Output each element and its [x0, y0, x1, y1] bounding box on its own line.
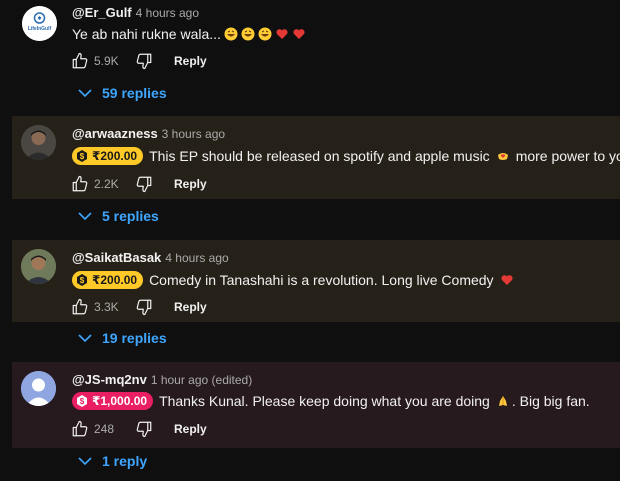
comment-text: $ ₹1,000.00 Thanks Kunal. Please keep do…: [72, 392, 590, 410]
avatar[interactable]: [21, 125, 56, 160]
heart-icon: [293, 29, 305, 39]
comment-header: @Er_Gulf 4 hours ago: [72, 5, 199, 20]
comment-actions: 2.2K Reply: [70, 174, 207, 194]
thumb-up-icon[interactable]: [70, 51, 90, 71]
svg-text:$: $: [80, 152, 85, 161]
comment-header: @JS-mq2nv 1 hour ago (edited): [72, 372, 252, 387]
thumb-down-icon[interactable]: [134, 297, 154, 317]
thumb-down-icon[interactable]: [134, 51, 154, 71]
chevron-down-icon: [78, 212, 92, 221]
super-thanks-comment: @JS-mq2nv 1 hour ago (edited) $ ₹1,000.00…: [12, 362, 620, 448]
view-replies-button[interactable]: 19 replies: [78, 330, 167, 346]
lifeingulf-logo: LifeInGulf: [22, 6, 57, 41]
timestamp[interactable]: 4 hours ago: [136, 6, 199, 20]
reply-button[interactable]: Reply: [174, 54, 207, 68]
author-name[interactable]: @Er_Gulf: [72, 5, 132, 20]
comment-text: $ ₹200.00 This EP should be released on …: [72, 147, 620, 165]
laugh-emoji-icon: [258, 27, 272, 41]
thumb-up-icon[interactable]: [70, 419, 90, 439]
like-count: 5.9K: [94, 54, 119, 68]
view-replies-button[interactable]: 59 replies: [78, 85, 167, 101]
author-name[interactable]: @arwaazness: [72, 126, 158, 141]
thumb-down-icon[interactable]: [134, 419, 154, 439]
laugh-emoji-icon: [224, 27, 238, 41]
comment-text: $ ₹200.00 Comedy in Tanashahi is a revol…: [72, 271, 514, 289]
author-name[interactable]: @JS-mq2nv: [72, 372, 147, 387]
comment-list: LifeInGulf @Er_Gulf 4 hours ago Ye ab nah…: [0, 0, 620, 481]
comment-header: @SaikatBasak 4 hours ago: [72, 250, 229, 265]
super-thanks-badge: $ ₹200.00: [72, 271, 144, 289]
like-count: 3.3K: [94, 300, 119, 314]
view-replies-button[interactable]: 5 replies: [78, 208, 159, 224]
folded-hands-emoji-icon: [498, 396, 507, 406]
avatar[interactable]: LifeInGulf: [22, 6, 57, 41]
chevron-down-icon: [78, 89, 92, 98]
super-thanks-icon: $: [77, 274, 87, 286]
comment-actions: 3.3K Reply: [70, 297, 207, 317]
reply-button[interactable]: Reply: [174, 422, 207, 436]
super-thanks-icon: $: [77, 395, 87, 407]
comment-header: @arwaazness 3 hours ago: [72, 126, 225, 141]
thumb-up-icon[interactable]: [70, 297, 90, 317]
heart-hands-emoji-icon: [497, 153, 508, 160]
person-icon: [21, 125, 56, 160]
thumb-up-icon[interactable]: [70, 174, 90, 194]
author-name[interactable]: @SaikatBasak: [72, 250, 161, 265]
super-thanks-comment: @SaikatBasak 4 hours ago $ ₹200.00 Comedy…: [12, 240, 620, 322]
comment-actions: 5.9K Reply: [70, 51, 207, 71]
svg-text:LifeInGulf: LifeInGulf: [28, 26, 52, 32]
view-replies-button[interactable]: 1 reply: [78, 453, 147, 469]
timestamp[interactable]: 4 hours ago: [165, 251, 228, 265]
super-thanks-icon: $: [77, 150, 87, 162]
svg-text:$: $: [80, 397, 85, 406]
thumb-down-icon[interactable]: [134, 174, 154, 194]
laugh-emoji-icon: [241, 27, 255, 41]
comment-actions: 248 Reply: [70, 419, 207, 439]
heart-icon: [501, 275, 513, 285]
reply-button[interactable]: Reply: [174, 300, 207, 314]
person-icon: [21, 371, 56, 406]
super-thanks-badge: $ ₹1,000.00: [72, 392, 154, 410]
avatar[interactable]: [21, 371, 56, 406]
comment-text: Ye ab nahi rukne wala...: [72, 26, 306, 42]
chevron-down-icon: [78, 334, 92, 343]
reply-button[interactable]: Reply: [174, 177, 207, 191]
heart-icon: [276, 29, 288, 39]
timestamp[interactable]: 1 hour ago (edited): [151, 373, 252, 387]
like-count: 248: [94, 422, 115, 436]
chevron-down-icon: [78, 457, 92, 466]
timestamp[interactable]: 3 hours ago: [162, 127, 225, 141]
avatar[interactable]: [21, 249, 56, 284]
comment: LifeInGulf @Er_Gulf 4 hours ago Ye ab nah…: [0, 0, 620, 112]
super-thanks-comment: @arwaazness 3 hours ago $ ₹200.00 This EP…: [12, 116, 620, 199]
svg-text:$: $: [80, 276, 85, 285]
like-count: 2.2K: [94, 177, 119, 191]
person-icon: [21, 249, 56, 284]
super-thanks-badge: $ ₹200.00: [72, 147, 144, 165]
